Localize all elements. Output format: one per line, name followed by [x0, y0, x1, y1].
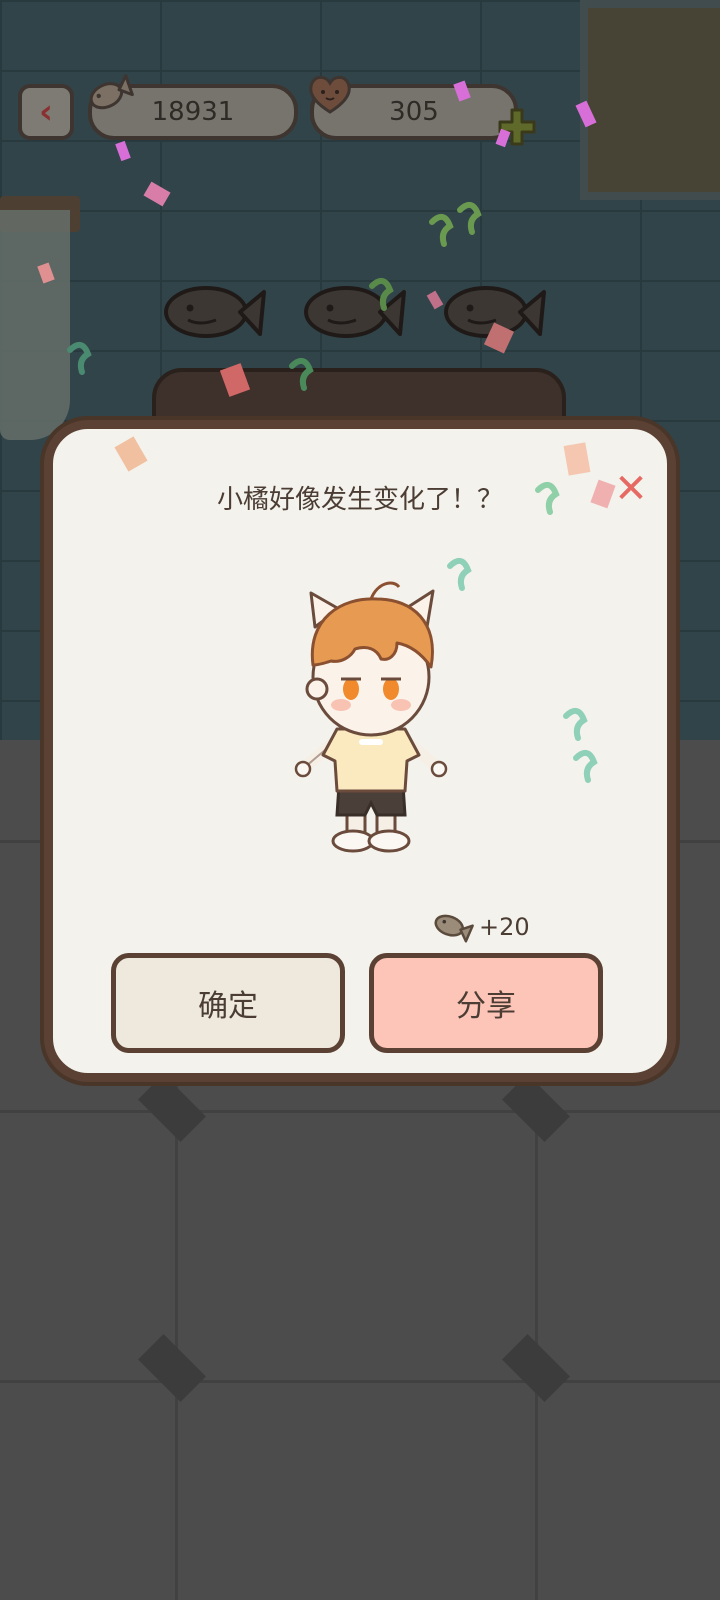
- fish-reward-icon: [434, 914, 474, 943]
- reward-indicator: +20: [431, 905, 530, 949]
- game-screen: ‹ 18931 305 小橘好像发生变化了！？ ✕ +20 确定 分享: [0, 0, 720, 1600]
- back-button[interactable]: ‹: [18, 84, 74, 140]
- fish-slot-icon: [164, 286, 266, 338]
- back-arrow-icon: ‹: [38, 92, 53, 132]
- dialog-title: 小橘好像发生变化了！？: [216, 485, 503, 515]
- close-icon: ✕: [614, 466, 648, 512]
- fish-currency-icon: [89, 74, 134, 110]
- confirm-button-label: 确定: [198, 989, 258, 1024]
- add-hearts-button[interactable]: [494, 104, 540, 150]
- share-button-label: 分享: [456, 989, 516, 1024]
- background-panel: [152, 368, 566, 428]
- fish-currency-value: 18931: [151, 97, 235, 127]
- cat-boy-character-image: [294, 581, 448, 853]
- transformation-dialog: 小橘好像发生变化了！？ ✕ +20 确定 分享: [44, 420, 676, 1082]
- close-button[interactable]: ✕: [609, 467, 653, 511]
- confirm-button[interactable]: 确定: [111, 953, 345, 1053]
- heart-face-icon: [309, 75, 351, 114]
- fish-slot-icon: [444, 286, 546, 338]
- reward-amount: +20: [479, 913, 530, 941]
- fish-slot-icon: [304, 286, 406, 338]
- heart-currency-value: 305: [389, 97, 439, 127]
- share-button[interactable]: 分享: [369, 953, 603, 1053]
